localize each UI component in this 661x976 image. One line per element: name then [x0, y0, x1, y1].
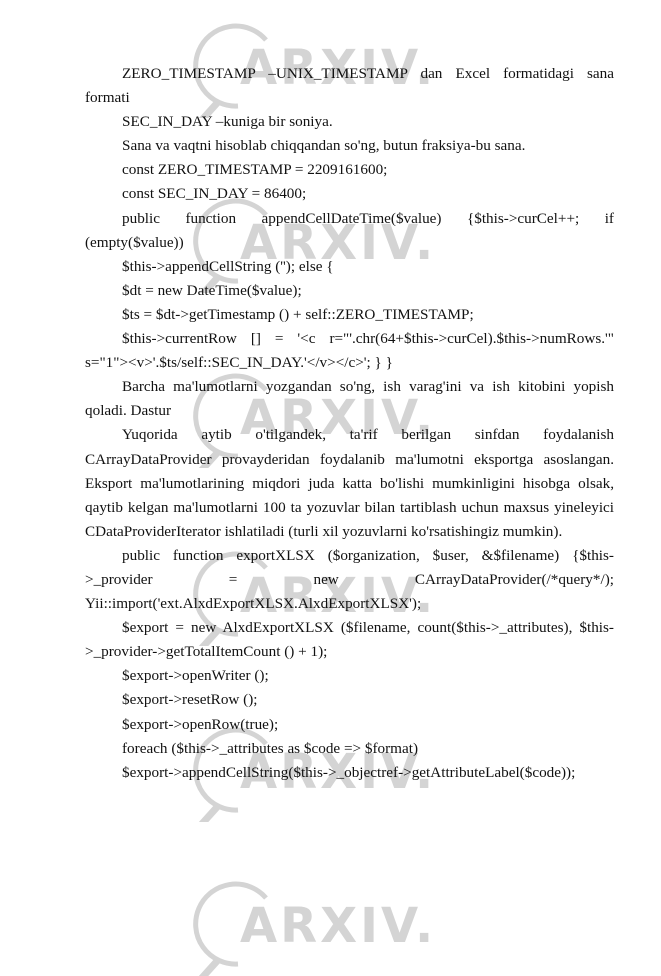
code-append-cell-datetime: public function appendCellDateTime($valu… [85, 209, 614, 251]
code-new-datetime: $dt = new DateTime($value); [122, 281, 302, 299]
document-body: ZERO_TIMESTAMP –UNIX_TIMESTAMP dan Excel… [85, 62, 614, 785]
magnifier-logo-icon [193, 881, 268, 976]
code-current-row: $this->currentRow [] = '<c r="'.chr(64+$… [85, 330, 614, 372]
paragraph-sec-in-day-desc: SEC_IN_DAY –kuniga bir soniya. [122, 113, 333, 131]
code-const-zero-timestamp: const ZERO_TIMESTAMP = 2209161600; [122, 161, 388, 179]
code-export-xlsx-function: public function exportXLSX ($organizatio… [85, 546, 614, 613]
code-open-writer: $export->openWriter (); [122, 667, 269, 685]
code-new-export: $export = new AlxdExportXLSX ($filename,… [85, 619, 614, 661]
paragraph-zero-timestamp-desc: ZERO_TIMESTAMP –UNIX_TIMESTAMP dan Excel… [85, 65, 614, 107]
code-get-timestamp: $ts = $dt->getTimestamp () + self::ZERO_… [122, 305, 474, 323]
code-append-cell-string: $this->appendCellString (''); else { [122, 257, 334, 275]
paragraph-export-explanation: Yuqorida aytib o'tilgandek, ta'rif beril… [85, 426, 614, 540]
code-open-row: $export->openRow(true); [122, 715, 279, 733]
code-foreach-attributes: foreach ($this->_attributes as $code => … [122, 739, 419, 757]
watermark-text: ARXIV.UZ [240, 898, 438, 954]
watermark: ARXIV.UZ [178, 876, 438, 976]
code-append-attribute-label: $export->appendCellString($this->_object… [122, 763, 576, 781]
code-const-sec-in-day: const SEC_IN_DAY = 86400; [122, 185, 307, 203]
paragraph-date-calc: Sana va vaqtni hisoblab chiqqandan so'ng… [122, 137, 526, 155]
paragraph-close-workbook: Barcha ma'lumotlarni yozgandan so'ng, is… [85, 378, 614, 420]
code-reset-row: $export->resetRow (); [122, 691, 258, 709]
